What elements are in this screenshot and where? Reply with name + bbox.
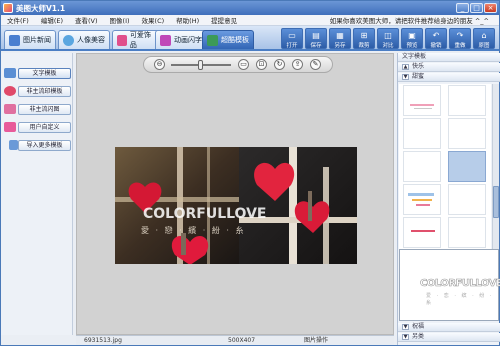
crop-button[interactable]: ⊞ 裁剪 <box>353 28 375 49</box>
status-action: 图片操作 <box>304 337 329 344</box>
stamp-template-button[interactable]: 非主流印模板 <box>18 86 71 97</box>
tab-animated-text[interactable]: 动画闪字 <box>155 30 207 49</box>
template-thumbnails <box>399 84 491 250</box>
fit-window-icon[interactable]: ▭ <box>238 59 249 70</box>
minimize-button[interactable]: _ <box>456 3 469 13</box>
menu-view[interactable]: 查看(V) <box>69 15 104 25</box>
zoom-slider-thumb[interactable] <box>197 60 203 70</box>
stamp-template-icon <box>4 86 16 96</box>
open-icon: ▭ <box>288 31 296 40</box>
zoom-toolbar: ⊖ ▭ ⊡ ↻ ⇪ ✎ <box>143 56 333 73</box>
face-icon <box>63 34 74 46</box>
preview-title: COLORFULLOVE <box>420 278 500 290</box>
import-icon <box>9 140 18 150</box>
window-title: 美图大师V1.1 <box>16 3 66 13</box>
menu-bar: 文件(F) 编辑(E) 查看(V) 图像(I) 效果(C) 帮助(H) 提提意见… <box>1 15 499 26</box>
right-panel: 文字模板 ▲ 快乐 ▼ 甜蜜 COLORFULLOVE 爱 · 恋 · 缤 · … <box>397 53 500 345</box>
text-template-icon <box>4 68 16 78</box>
category-sweet[interactable]: ▼ 甜蜜 <box>398 73 500 82</box>
actual-size-icon[interactable]: ⊡ <box>256 59 267 70</box>
template-thumb[interactable] <box>403 217 441 248</box>
menu-help[interactable]: 帮助(H) <box>170 15 205 25</box>
sparkle-text-icon <box>160 34 171 46</box>
template-thumb[interactable] <box>448 184 486 215</box>
category-alternative[interactable]: ▼ 另类 <box>398 333 500 342</box>
export-icon[interactable]: ⇪ <box>292 59 303 70</box>
app-logo-icon <box>3 3 13 13</box>
menu-image[interactable]: 图像(I) <box>104 15 136 25</box>
template-thumb[interactable] <box>448 217 486 248</box>
left-panel: 文字模板 非主流印模板 非主流闪图 用户自定义 导入更多模板 <box>1 53 73 335</box>
template-preview: COLORFULLOVE 爱 · 恋 · 缤 · 纷 · 糸 <box>399 249 500 321</box>
promo-text: 如果你喜欢美图大师，请把软件推荐给身边的朋友 ^_^ <box>329 17 489 25</box>
expand-arrow-icon: ▼ <box>402 324 409 330</box>
custom-template-icon <box>4 122 16 132</box>
flash-template-icon <box>4 104 16 114</box>
preview-subtitle: 爱 · 恋 · 缤 · 纷 · 糸 <box>426 293 494 306</box>
template-thumb[interactable] <box>448 118 486 149</box>
open-button[interactable]: ▭ 打开 <box>281 28 303 49</box>
photo-image: COLORFULLOVE 愛 · 戀 · 繽 · 紛 · 糸 <box>115 147 357 264</box>
app-window: 美图大师V1.1 _ □ × 文件(F) 编辑(E) 查看(V) 图像(I) 效… <box>0 0 500 346</box>
category-happy[interactable]: ▲ 快乐 <box>398 63 500 72</box>
tab-bar: 图片新闻 人像美容 可爱饰品 动画闪字 超酷模板 ▭ 打开 ▤ 保存 ▦ 另存 ⊞ 裁剪… <box>1 26 499 51</box>
scrollbar-thumb[interactable] <box>493 186 499 218</box>
tab-photo-news[interactable]: 图片新闻 <box>4 30 56 49</box>
text-template-button[interactable]: 文字模板 <box>18 68 71 79</box>
photo-icon <box>9 34 20 46</box>
template-thumb[interactable] <box>403 151 441 182</box>
save-as-icon: ▦ <box>336 31 344 40</box>
compare-button[interactable]: ◫ 对比 <box>377 28 399 49</box>
menu-effects[interactable]: 效果(C) <box>136 15 171 25</box>
rotate-icon[interactable]: ↻ <box>274 59 285 70</box>
preview-button[interactable]: ▣ 预览 <box>401 28 423 49</box>
template-thumb-selected[interactable] <box>448 151 486 182</box>
status-filename: 6931513.jpg <box>84 337 122 344</box>
save-as-button[interactable]: ▦ 另存 <box>329 28 351 49</box>
custom-template-button[interactable]: 用户自定义 <box>18 122 71 133</box>
photo-overlay-title: COLORFULLOVE <box>143 206 266 222</box>
compare-icon: ◫ <box>384 31 392 40</box>
title-bar[interactable]: 美图大师V1.1 _ □ × <box>1 1 499 15</box>
canvas-area[interactable]: ⊖ ▭ ⊡ ↻ ⇪ ✎ COLORFULLOVE 愛 · 戀 · 繽 · 紛 ·… <box>76 53 394 335</box>
right-panel-header: 文字模板 <box>398 53 500 62</box>
template-thumb[interactable] <box>403 184 441 215</box>
close-button[interactable]: × <box>484 3 497 13</box>
menu-edit[interactable]: 编辑(E) <box>35 15 69 25</box>
tab-cute-ornaments[interactable]: 可爱饰品 <box>112 30 160 49</box>
ornament-icon <box>117 34 127 46</box>
save-icon: ▤ <box>312 31 320 40</box>
collapse-arrow-icon: ▲ <box>402 64 409 70</box>
photo-overlay-subtitle: 愛 · 戀 · 繽 · 紛 · 糸 <box>141 225 246 235</box>
expand-arrow-icon: ▼ <box>402 74 409 80</box>
menu-feedback[interactable]: 提提意见 <box>205 15 243 25</box>
tab-portrait-beauty[interactable]: 人像美容 <box>58 30 110 49</box>
template-icon <box>207 34 218 46</box>
crop-icon: ⊞ <box>360 31 368 40</box>
edited-photo[interactable]: COLORFULLOVE 愛 · 戀 · 繽 · 紛 · 糸 <box>115 147 357 264</box>
maximize-button[interactable]: □ <box>470 3 483 13</box>
undo-icon: ↶ <box>432 31 440 40</box>
thumbnail-scrollbar[interactable] <box>492 84 499 250</box>
template-thumb[interactable] <box>403 118 441 149</box>
template-thumb[interactable] <box>403 85 441 116</box>
preview-icon: ▣ <box>408 31 416 40</box>
category-blessing[interactable]: ▼ 祝福 <box>398 323 500 332</box>
tab-cool-templates[interactable]: 超酷模板 <box>202 30 254 49</box>
original-icon: ⌂ <box>481 31 487 40</box>
import-templates-button[interactable]: 导入更多模板 <box>18 140 71 151</box>
status-image-size: 500X407 <box>228 337 256 344</box>
zoom-out-icon[interactable]: ⊖ <box>154 59 165 70</box>
expand-arrow-icon: ▼ <box>402 334 409 340</box>
save-button[interactable]: ▤ 保存 <box>305 28 327 49</box>
brush-icon[interactable]: ✎ <box>310 59 321 70</box>
redo-icon: ↷ <box>456 31 464 40</box>
status-bar: 6931513.jpg 500X407 图片操作 <box>76 335 394 345</box>
undo-button[interactable]: ↶ 撤销 <box>425 28 447 49</box>
flash-template-button[interactable]: 非主流闪图 <box>18 104 71 115</box>
original-button[interactable]: ⌂ 原图 <box>473 28 495 49</box>
redo-button[interactable]: ↷ 重做 <box>449 28 471 49</box>
template-thumb[interactable] <box>448 85 486 116</box>
menu-file[interactable]: 文件(F) <box>1 15 35 25</box>
